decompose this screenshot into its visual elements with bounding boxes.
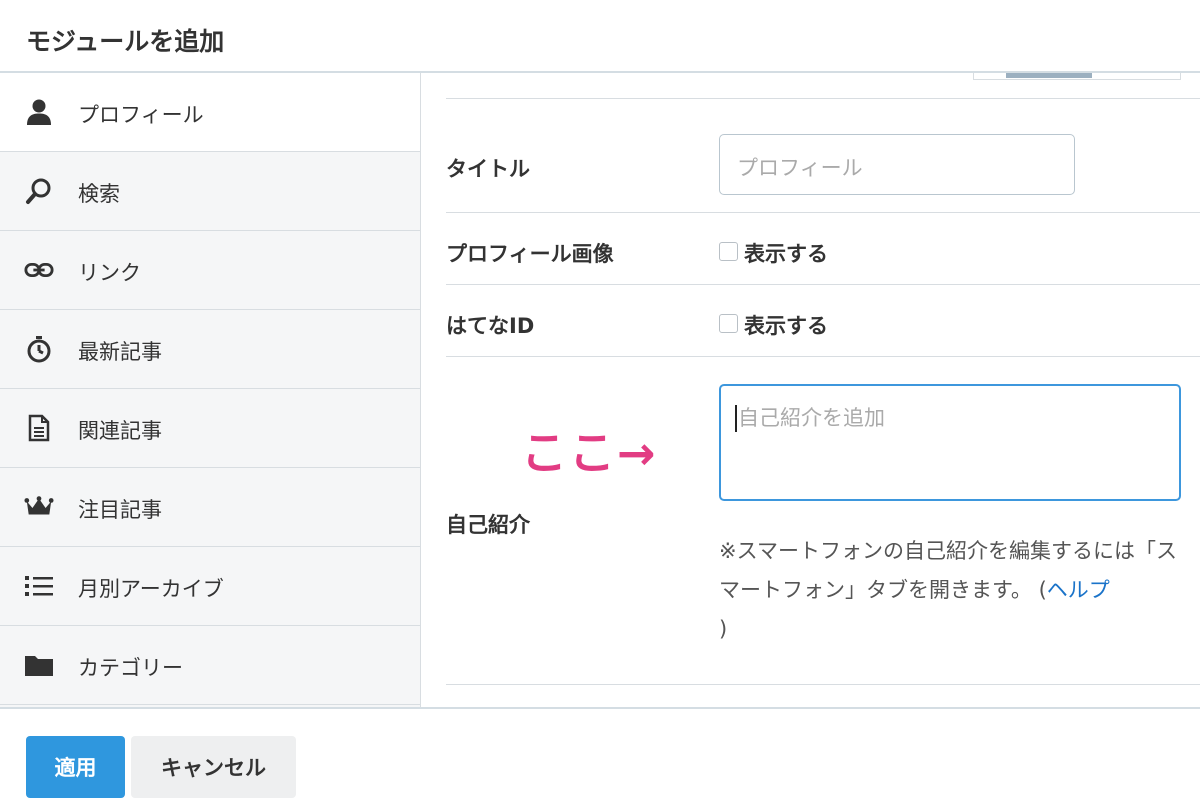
sidebar-item-link[interactable]: リンク (0, 231, 420, 310)
sidebar-item-label: カテゴリー (78, 656, 183, 680)
title-placeholder: プロフィール (737, 156, 863, 180)
link-icon (24, 255, 54, 285)
list-icon (24, 571, 54, 601)
document-icon (24, 413, 54, 443)
sidebar-item-label: 最新記事 (78, 340, 162, 364)
bio-note: ※スマートフォンの自己紹介を編集するには「スマートフォン」タブを開きます。 (ヘ… (719, 532, 1189, 649)
divider (446, 284, 1200, 285)
device-tabs[interactable] (973, 73, 1181, 80)
sidebar-item-label: リンク (78, 261, 141, 285)
sidebar-item-latest[interactable]: 最新記事 (0, 310, 420, 389)
sidebar-item-profile[interactable]: プロフィール (0, 73, 420, 152)
text-caret (735, 405, 737, 432)
profile-image-option-label[interactable]: 表示する (744, 238, 828, 268)
sidebar-item-label: 月別アーカイブ (78, 577, 224, 601)
profile-image-label: プロフィール画像 (446, 242, 614, 266)
bio-note-close: ) (719, 617, 728, 641)
module-sidebar: プロフィール 検索 リンク 最新記事 関連記事 注目記事 月別アーカイブ カテゴ… (0, 73, 421, 707)
sidebar-item-category[interactable]: カテゴリー (0, 626, 420, 705)
sidebar-item-search[interactable]: 検索 (0, 152, 420, 231)
bio-placeholder: 自己紹介を追加 (738, 406, 885, 430)
active-tab-indicator (1006, 73, 1092, 78)
divider (446, 684, 1200, 685)
stopwatch-icon (24, 334, 54, 364)
sidebar-item-label: 検索 (78, 182, 120, 206)
help-link[interactable]: ヘルプ (1047, 578, 1110, 602)
profile-image-checkbox[interactable] (719, 242, 738, 261)
sidebar-item-label: 関連記事 (78, 419, 162, 443)
dialog-title: モジュールを追加 (26, 27, 225, 56)
divider (446, 98, 1200, 99)
folder-icon (24, 650, 54, 680)
title-input[interactable]: プロフィール (719, 134, 1075, 195)
sidebar-item-featured[interactable]: 注目記事 (0, 468, 420, 547)
sidebar-item-label: プロフィール (78, 103, 204, 127)
user-icon (24, 97, 54, 127)
hatena-id-label: はてなID (446, 314, 535, 338)
cancel-button[interactable]: キャンセル (131, 736, 296, 798)
sidebar-item-archive[interactable]: 月別アーカイブ (0, 547, 420, 626)
divider (446, 212, 1200, 213)
hatena-id-option-label[interactable]: 表示する (744, 310, 828, 340)
sidebar-item-related[interactable]: 関連記事 (0, 389, 420, 468)
apply-button[interactable]: 適用 (26, 736, 125, 798)
title-label: タイトル (446, 157, 530, 181)
sidebar-item-label: 注目記事 (78, 498, 162, 522)
module-settings-panel: タイトル プロフィール プロフィール画像 表示する はてなID 表示する ここ→… (421, 73, 1200, 707)
dialog-header: モジュールを追加 (0, 0, 1200, 73)
crown-icon (24, 492, 54, 522)
hatena-id-checkbox[interactable] (719, 314, 738, 333)
annotation-text: ここ→ (521, 426, 658, 480)
dialog-footer: 適用 キャンセル (0, 707, 1200, 808)
divider (446, 356, 1200, 357)
bio-textarea[interactable]: 自己紹介を追加 (719, 384, 1181, 501)
search-icon (24, 176, 54, 206)
bio-label: 自己紹介 (446, 513, 530, 537)
